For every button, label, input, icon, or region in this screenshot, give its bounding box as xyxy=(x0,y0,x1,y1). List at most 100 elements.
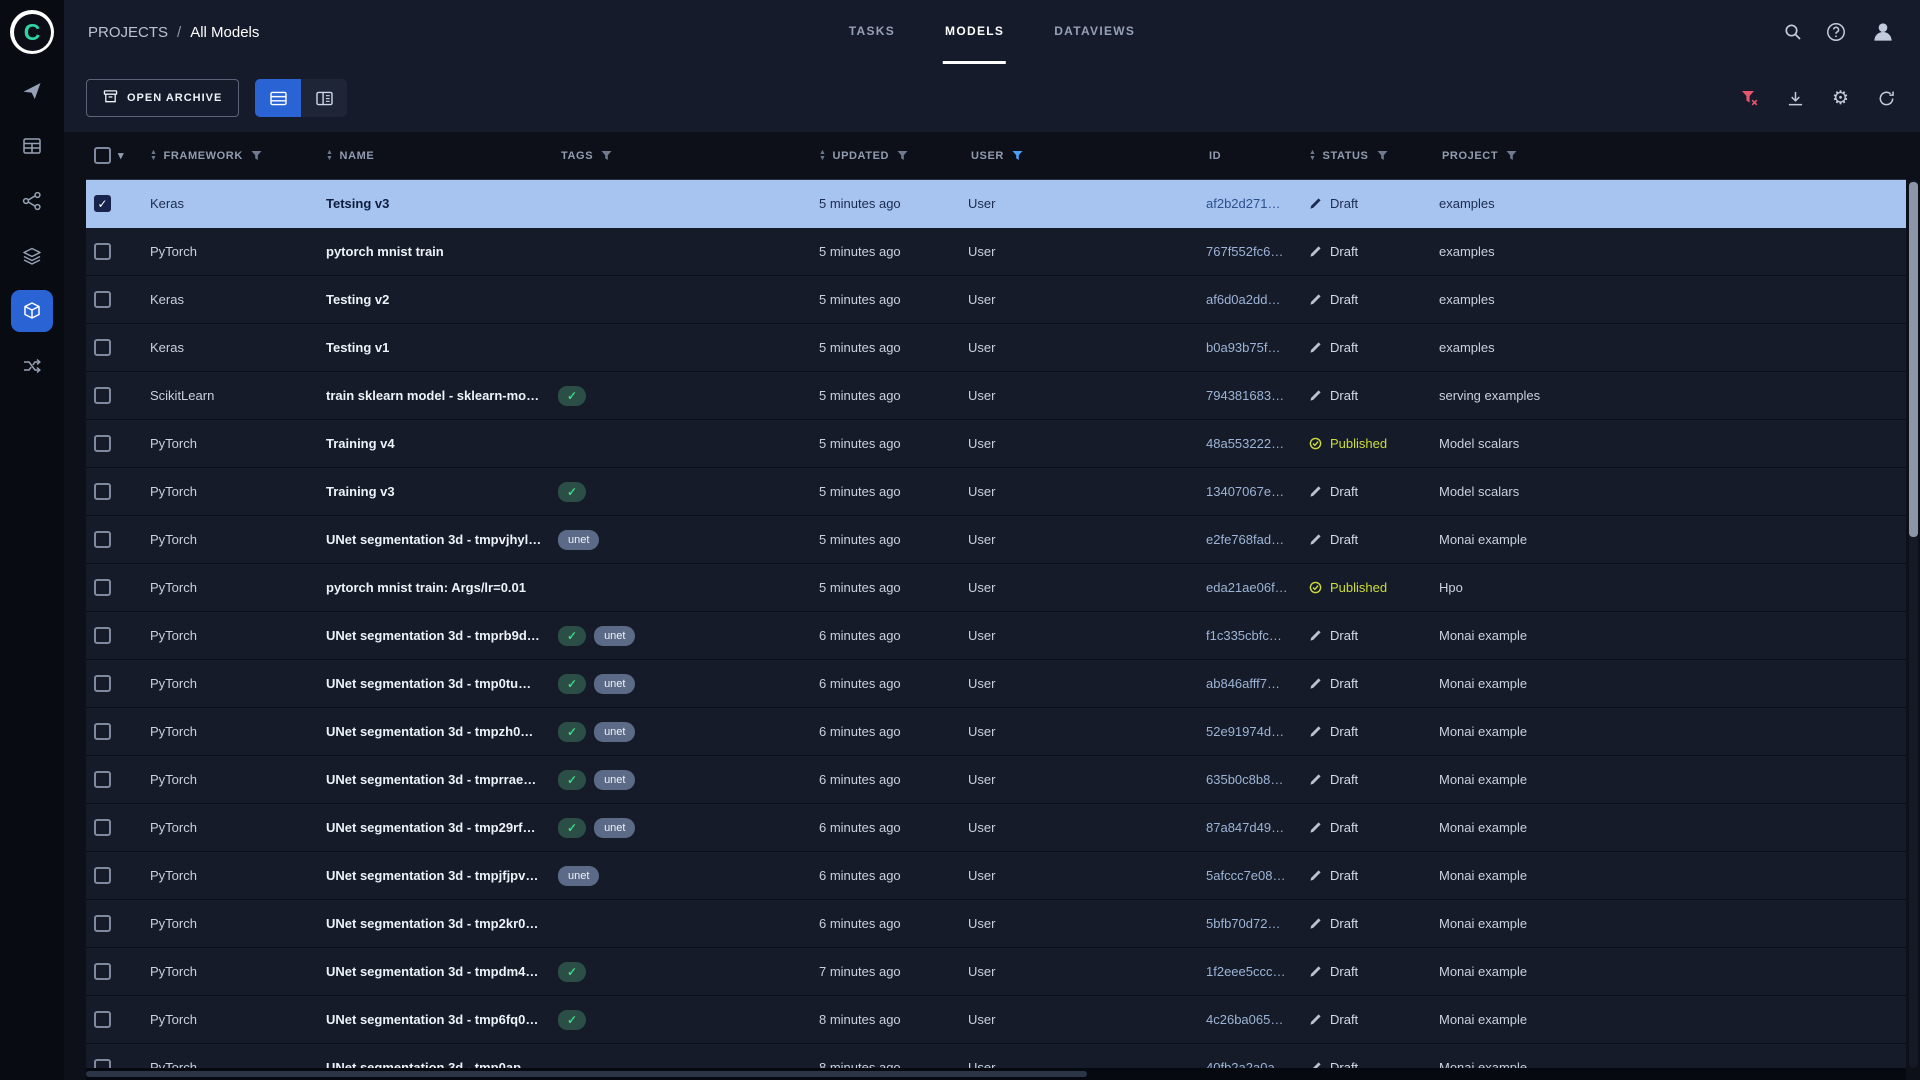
row-checkbox[interactable] xyxy=(94,531,111,548)
cell-name[interactable]: UNet segmentation 3d - tmprb9d… xyxy=(326,628,558,643)
cell-name[interactable]: UNet segmentation 3d - tmprrae… xyxy=(326,772,558,787)
row-checkbox[interactable] xyxy=(94,339,111,356)
clearml-logo[interactable]: C xyxy=(10,10,54,54)
cell-name[interactable]: UNet segmentation 3d - tmpdm4… xyxy=(326,964,558,979)
table-row[interactable]: PyTorchUNet segmentation 3d - tmpzh0…✓un… xyxy=(86,708,1906,756)
cell-name[interactable]: UNet segmentation 3d - tmpjfjpv… xyxy=(326,868,558,883)
cell-updated: 5 minutes ago xyxy=(819,580,968,595)
chevron-down-icon[interactable]: ▾ xyxy=(118,149,124,162)
split-view-icon[interactable] xyxy=(301,79,347,117)
download-icon[interactable] xyxy=(1787,90,1804,107)
column-header-framework[interactable]: ▲▼FRAMEWORK xyxy=(150,150,326,162)
column-header-tags[interactable]: TAGS xyxy=(558,150,819,162)
open-archive-button[interactable]: OPEN ARCHIVE xyxy=(86,79,239,117)
row-checkbox[interactable] xyxy=(94,483,111,500)
cell-name[interactable]: Training v4 xyxy=(326,436,558,451)
horizontal-scrollbar-thumb[interactable] xyxy=(86,1071,1087,1077)
row-checkbox[interactable] xyxy=(94,675,111,692)
vertical-scrollbar-thumb[interactable] xyxy=(1909,182,1918,537)
filter-icon[interactable] xyxy=(251,150,262,161)
row-checkbox[interactable] xyxy=(94,1011,111,1028)
cell-name[interactable]: UNet segmentation 3d - tmp29rf… xyxy=(326,820,558,835)
column-label: USER xyxy=(971,150,1004,162)
cell-name[interactable]: UNet segmentation 3d - tmpzh0… xyxy=(326,724,558,739)
cell-user: User xyxy=(968,244,1206,259)
table-row[interactable]: PyTorchTraining v45 minutes agoUser48a55… xyxy=(86,420,1906,468)
cell-name[interactable]: Testing v1 xyxy=(326,340,558,355)
sidebar-item-workers-queues[interactable] xyxy=(11,345,53,387)
table-row[interactable]: PyTorchTraining v3✓5 minutes agoUser1340… xyxy=(86,468,1906,516)
sidebar-item-pipelines[interactable] xyxy=(11,180,53,222)
table-row[interactable]: PyTorchUNet segmentation 3d - tmp2kr0…6 … xyxy=(86,900,1906,948)
table-row[interactable]: PyTorchUNet segmentation 3d - tmp6fq0…✓8… xyxy=(86,996,1906,1044)
table-row[interactable]: PyTorchUNet segmentation 3d - tmpdm4…✓7 … xyxy=(86,948,1906,996)
table-row[interactable]: PyTorchpytorch mnist train: Args/lr=0.01… xyxy=(86,564,1906,612)
cell-name[interactable]: UNet segmentation 3d - tmp2kr0… xyxy=(326,916,558,931)
row-checkbox[interactable] xyxy=(94,867,111,884)
table-row[interactable]: PyTorchUNet segmentation 3d - tmpvjhyl…u… xyxy=(86,516,1906,564)
cell-name[interactable]: Training v3 xyxy=(326,484,558,499)
row-select-cell xyxy=(86,579,150,596)
row-checkbox[interactable]: ✓ xyxy=(94,195,111,212)
filter-icon[interactable] xyxy=(1012,150,1023,161)
search-icon[interactable] xyxy=(1784,23,1802,41)
cell-name[interactable]: pytorch mnist train: Args/lr=0.01 xyxy=(326,580,558,595)
tab-tasks[interactable]: TASKS xyxy=(847,0,897,64)
table-row[interactable]: ✓KerasTetsing v35 minutes agoUseraf2b2d2… xyxy=(86,180,1906,228)
table-row[interactable]: PyTorchUNet segmentation 3d - tmp29rf…✓u… xyxy=(86,804,1906,852)
row-checkbox[interactable] xyxy=(94,243,111,260)
column-header-project[interactable]: PROJECT xyxy=(1439,150,1906,162)
row-checkbox[interactable] xyxy=(94,723,111,740)
breadcrumb-current[interactable]: All Models xyxy=(190,24,259,41)
row-checkbox[interactable] xyxy=(94,627,111,644)
cell-name[interactable]: Testing v2 xyxy=(326,292,558,307)
cell-name[interactable]: Tetsing v3 xyxy=(326,196,558,211)
table-row[interactable]: PyTorchUNet segmentation 3d - tmprrae…✓u… xyxy=(86,756,1906,804)
column-header-id[interactable]: ID xyxy=(1206,150,1309,162)
column-header-updated[interactable]: ▲▼UPDATED xyxy=(819,150,968,162)
cell-project: Monai example xyxy=(1439,532,1906,547)
tab-dataviews[interactable]: DATAVIEWS xyxy=(1052,0,1137,64)
table-row[interactable]: KerasTesting v15 minutes agoUserb0a93b75… xyxy=(86,324,1906,372)
column-header-name[interactable]: ▲▼NAME xyxy=(326,150,558,162)
column-header-status[interactable]: ▲▼STATUS xyxy=(1309,150,1439,162)
clear-filters-icon[interactable] xyxy=(1741,89,1759,107)
table-row[interactable]: PyTorchpytorch mnist train5 minutes agoU… xyxy=(86,228,1906,276)
user-avatar-icon[interactable] xyxy=(1870,19,1896,45)
row-checkbox[interactable] xyxy=(94,819,111,836)
auto-refresh-icon[interactable] xyxy=(1877,89,1896,108)
row-checkbox[interactable] xyxy=(94,771,111,788)
filter-icon[interactable] xyxy=(897,150,908,161)
table-row[interactable]: PyTorchUNet segmentation 3d - tmp0tu…✓un… xyxy=(86,660,1906,708)
settings-icon[interactable]: ⚙ xyxy=(1832,89,1849,108)
sidebar-item-datasets[interactable] xyxy=(11,235,53,277)
row-checkbox[interactable] xyxy=(94,387,111,404)
table-row[interactable]: PyTorchUNet segmentation 3d - tmprb9d…✓u… xyxy=(86,612,1906,660)
filter-icon[interactable] xyxy=(1506,150,1517,161)
column-header-user[interactable]: USER xyxy=(968,150,1206,162)
row-checkbox[interactable] xyxy=(94,291,111,308)
sidebar-item-models[interactable] xyxy=(11,290,53,332)
row-checkbox[interactable] xyxy=(94,963,111,980)
help-icon[interactable] xyxy=(1826,22,1846,42)
row-checkbox[interactable] xyxy=(94,915,111,932)
cell-name[interactable]: UNet segmentation 3d - tmp6fq0… xyxy=(326,1012,558,1027)
table-row[interactable]: PyTorchUNet segmentation 3d - tmpjfjpv…u… xyxy=(86,852,1906,900)
sidebar-item-dashboard[interactable] xyxy=(11,70,53,112)
tab-models[interactable]: MODELS xyxy=(943,0,1006,64)
breadcrumb-projects[interactable]: PROJECTS xyxy=(88,24,168,41)
table-row[interactable]: KerasTesting v25 minutes agoUseraf6d0a2d… xyxy=(86,276,1906,324)
cell-name[interactable]: pytorch mnist train xyxy=(326,244,558,259)
cell-name[interactable]: UNet segmentation 3d - tmpvjhyl… xyxy=(326,532,558,547)
table-view-icon[interactable] xyxy=(255,79,301,117)
cell-name[interactable]: train sklearn model - sklearn-mo… xyxy=(326,388,558,403)
row-checkbox[interactable] xyxy=(94,579,111,596)
sidebar-item-projects[interactable] xyxy=(11,125,53,167)
cell-project: examples xyxy=(1439,292,1906,307)
cell-name[interactable]: UNet segmentation 3d - tmp0tu… xyxy=(326,676,558,691)
filter-icon[interactable] xyxy=(1377,150,1388,161)
table-row[interactable]: ScikitLearntrain sklearn model - sklearn… xyxy=(86,372,1906,420)
row-checkbox[interactable] xyxy=(94,435,111,452)
filter-icon[interactable] xyxy=(601,150,612,161)
select-all-checkbox[interactable] xyxy=(94,147,111,164)
